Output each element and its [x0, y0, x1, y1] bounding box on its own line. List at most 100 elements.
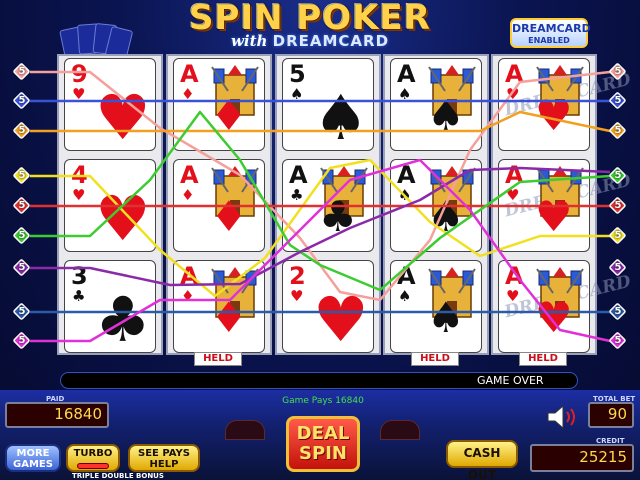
payline-marker-left: 5 — [10, 62, 34, 81]
payline-marker-left: 5 — [10, 226, 34, 245]
card-suit-small: ♥ — [72, 186, 86, 204]
reel-column[interactable]: 9 ♥ ♥ 4 ♥ ♥ 3 ♣ ♣ — [57, 54, 163, 355]
held-label: HELD — [519, 352, 567, 366]
card-rank: A — [505, 262, 524, 290]
playing-card: 4 ♥ ♥ — [64, 159, 156, 252]
playing-card: 5 ♠ ♠ — [282, 58, 374, 151]
card-suit-small: ♣ — [290, 186, 304, 204]
status-message: GAME OVER — [477, 374, 544, 387]
reel-column[interactable]: A♥DREAMCARD♥A♥DREAMCARD♥A♥DREAMCARD♥ — [491, 54, 633, 355]
message-bar: GAME OVER — [60, 372, 578, 389]
card-suit-small: ♠ — [398, 186, 412, 204]
payline-number: 5 — [614, 125, 622, 136]
card-suit-small: ♠ — [398, 85, 412, 103]
turbo-label: TURBO — [73, 448, 113, 459]
card-rank: A — [505, 60, 524, 88]
playing-card: A ♦ ♦ — [173, 159, 265, 252]
card-suit-large: ♠ — [427, 293, 465, 342]
console-bump-right — [380, 420, 420, 440]
card-rank: 9 — [71, 60, 88, 88]
reel-column[interactable]: A ♦ ♦ A ♦ ♦ A ♦ ♦ — [166, 54, 272, 355]
playing-card: A ♠ ♠ — [390, 159, 482, 252]
payline-number: 5 — [18, 306, 26, 317]
payline-marker-left: 5 — [10, 258, 34, 277]
card-suit-small: ♦ — [181, 287, 195, 305]
deck-art — [59, 22, 134, 61]
payline-marker-right: 5 — [606, 62, 630, 81]
card-suit-large: ♥ — [535, 91, 573, 140]
payline-number: 5 — [614, 230, 622, 241]
card-suit-large: ♦ — [210, 293, 248, 342]
payline-marker-right: 5 — [606, 302, 630, 321]
playing-card: A ♦ ♦ — [173, 58, 265, 151]
card-rank: A — [397, 60, 416, 88]
payline-number: 5 — [614, 200, 622, 211]
payline-marker-right: 5 — [606, 196, 630, 215]
title-main: SPIN POKER — [189, 0, 431, 38]
see-pays-help-button[interactable]: SEE PAYS HELP — [128, 444, 200, 472]
turbo-button[interactable]: TURBO — [66, 444, 120, 472]
card-rank: 2 — [289, 262, 306, 290]
total-bet-display: 90 — [588, 402, 634, 428]
card-rank: A — [505, 161, 524, 189]
payline-number: 5 — [18, 95, 26, 106]
playing-card: A ♠ ♠ — [390, 260, 482, 353]
card-suit-large: ♣ — [319, 192, 357, 241]
turbo-indicator — [77, 463, 109, 469]
payline-marker-left: 5 — [10, 121, 34, 140]
payline-number: 5 — [18, 170, 26, 181]
card-suit-large: ♠ — [427, 192, 465, 241]
card-suit-large: ♥ — [535, 293, 573, 342]
playing-card: 3 ♣ ♣ — [64, 260, 156, 353]
card-suit-large: ♦ — [210, 91, 248, 140]
payline-number: 5 — [18, 125, 26, 136]
game-title: SPIN POKER with DREAMCARD — [130, 0, 490, 58]
payline-number: 5 — [614, 262, 622, 273]
deal-spin-button[interactable]: DEAL SPIN — [286, 416, 360, 472]
card-suit-large: ♣ — [95, 283, 151, 356]
total-bet-value: 90 — [607, 405, 627, 423]
payline-marker-left: 5 — [10, 302, 34, 321]
payline-number: 5 — [614, 170, 622, 181]
card-rank: 5 — [289, 60, 306, 88]
payline-marker-left: 5 — [10, 331, 34, 350]
speaker-icon[interactable] — [546, 404, 580, 430]
payline-number: 5 — [18, 200, 26, 211]
held-label: HELD — [411, 352, 459, 366]
card-rank: A — [180, 262, 199, 290]
cash-out-button[interactable]: CASH OUT — [446, 440, 518, 480]
card-rank: A — [397, 161, 416, 189]
held-label: HELD — [194, 352, 242, 366]
payline-number: 5 — [18, 66, 26, 77]
playing-card: A♥DREAMCARD♥ — [498, 159, 633, 252]
card-suit-small: ♦ — [181, 85, 195, 103]
more-games-button[interactable]: MORE GAMES — [5, 444, 61, 472]
paid-value: 16840 — [54, 405, 102, 423]
title-dreamcard: DREAMCARD — [272, 32, 390, 50]
card-suit-large: ♥ — [535, 192, 573, 241]
card-suit-small: ♠ — [290, 85, 304, 103]
card-suit-small: ♥ — [290, 287, 304, 305]
payline-marker-right: 5 — [606, 166, 630, 185]
payline-marker-right: 5 — [606, 121, 630, 140]
payline-number: 5 — [18, 335, 26, 346]
game-screen: SPIN POKER with DREAMCARD DREAMCARD ENAB… — [0, 0, 640, 480]
card-suit-large: ♠ — [427, 91, 465, 140]
payline-number: 5 — [18, 230, 26, 241]
game-variant-label: TRIPLE DOUBLE BONUS — [72, 472, 164, 480]
dreamcard-enabled-badge: DREAMCARD ENABLED — [510, 18, 591, 48]
payline-number: 5 — [614, 66, 622, 77]
payline-marker-left: 5 — [10, 166, 34, 185]
payline-marker-right: 5 — [606, 331, 630, 350]
card-rank: 3 — [71, 262, 88, 290]
card-suit-large: ♠ — [313, 81, 369, 154]
reel-column[interactable]: A ♠ ♠ A ♠ ♠ A ♠ ♠ — [383, 54, 489, 355]
payline-number: 5 — [614, 335, 622, 346]
card-suit-small: ♣ — [72, 287, 86, 305]
badge-line1: DREAMCARD — [512, 22, 591, 35]
card-rank: 4 — [71, 161, 88, 189]
payline-marker-left: 5 — [10, 91, 34, 110]
reel-column[interactable]: 5 ♠ ♠ A ♣ ♣ 2 ♥ ♥ — [275, 54, 381, 355]
card-suit-large: ♥ — [313, 283, 369, 356]
game-pays-text: Game Pays 16840 — [282, 396, 364, 406]
